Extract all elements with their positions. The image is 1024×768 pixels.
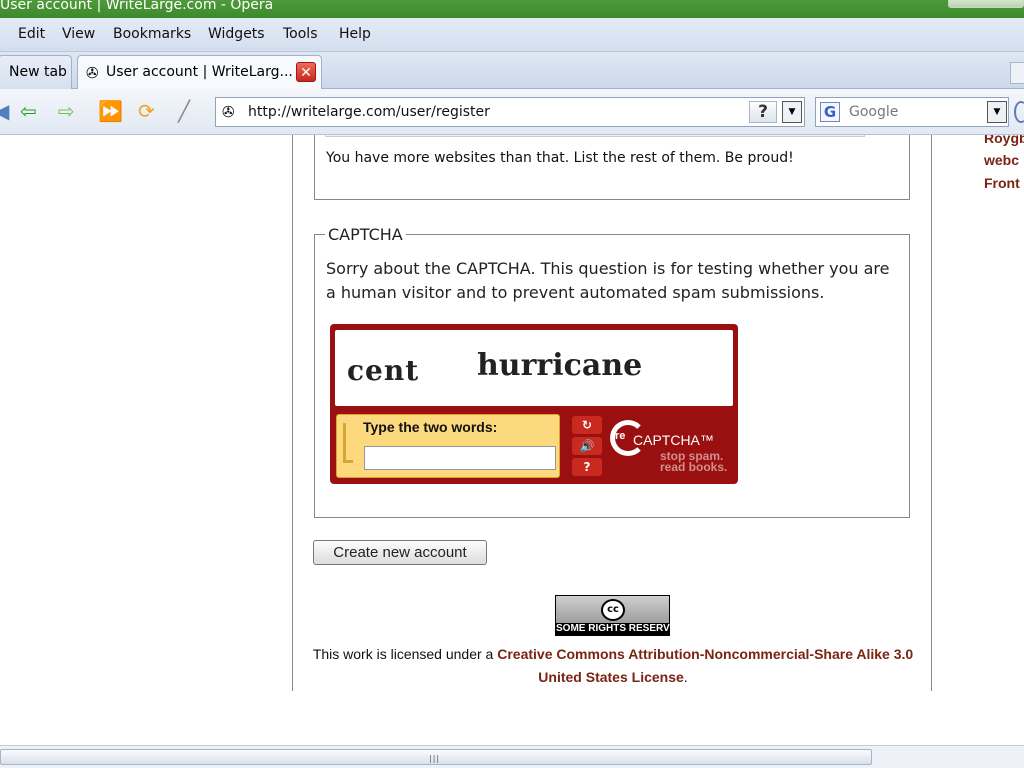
tab-label: User account | WriteLarg... (106, 64, 293, 80)
captcha-word-2: hurricane (477, 348, 643, 383)
edit-pencil-icon[interactable]: ╱ (178, 99, 190, 123)
help-captcha-icon[interactable]: ? (572, 458, 602, 476)
sidebar-link-1[interactable]: Roygb (984, 135, 1024, 149)
captcha-description: Sorry about the CAPTCHA. This question i… (326, 259, 890, 302)
scrollbar-grip-icon: ||| (429, 754, 441, 763)
search-placeholder[interactable]: Google (849, 104, 898, 120)
menu-view[interactable]: View (62, 26, 95, 42)
recaptcha-logo-name: CAPTCHA™ (633, 432, 714, 448)
search-dropdown-icon[interactable]: ▼ (987, 101, 1007, 123)
captcha-legend: CAPTCHA (325, 225, 406, 244)
cc-badge-text: SOME RIGHTS RESERVED (556, 623, 684, 635)
cc-logo-icon: cc (601, 599, 625, 621)
window-title: User account | WriteLarge.com - Opera (0, 0, 274, 13)
license-notice: This work is licensed under a Creative C… (300, 643, 926, 689)
content-border-left (292, 135, 293, 691)
opera-favicon-icon: ✇ (86, 64, 99, 82)
license-link[interactable]: Creative Commons Attribution-Noncommerci… (497, 646, 913, 685)
tab-label: New tab (9, 64, 67, 80)
captcha-response-input[interactable] (364, 446, 556, 470)
license-prefix: This work is licensed under a (312, 646, 498, 662)
recaptcha-logo-re: re (615, 430, 626, 442)
tab-user-account[interactable]: ✇ User account | WriteLarg... ✕ (77, 55, 322, 89)
recaptcha-widget: cent hurricane Type the two words: ↻ 🔊 ?… (330, 324, 738, 484)
address-bar[interactable]: ✇ http://writelarge.com/user/register ? … (215, 97, 805, 127)
menu-edit[interactable]: Edit (18, 26, 45, 42)
input-arrow-icon (343, 423, 353, 463)
menu-bar: Edit View Bookmarks Widgets Tools Help (0, 18, 1024, 52)
captcha-fieldset: CAPTCHA Sorry about the CAPTCHA. This qu… (314, 225, 910, 518)
site-favicon-icon: ✇ (222, 103, 235, 121)
horizontal-scrollbar[interactable]: ||| (0, 745, 1024, 768)
address-dropdown-icon[interactable]: ▼ (782, 101, 802, 123)
websites-description: You have more websites than that. List t… (326, 150, 794, 166)
create-account-button[interactable]: Create new account (313, 540, 487, 565)
reload-icon[interactable]: ⟳ (138, 99, 155, 123)
captcha-word-1: cent (347, 354, 420, 387)
help-button[interactable]: ? (749, 101, 777, 123)
search-box[interactable]: G Google ▼ (815, 97, 1009, 127)
rewind-icon[interactable]: ◀ (0, 99, 9, 123)
window-controls[interactable] (948, 0, 1024, 8)
tab-bar: New tab ✇ User account | WriteLarg... ✕ (0, 52, 1024, 89)
menu-tools[interactable]: Tools (283, 26, 318, 42)
creative-commons-badge[interactable]: cc SOME RIGHTS RESERVED (555, 595, 684, 636)
menu-widgets[interactable]: Widgets (208, 26, 265, 42)
back-arrow-icon[interactable]: ⇦ (20, 99, 37, 123)
textarea-resize-grip[interactable] (325, 135, 865, 137)
page-content: You have more websites than that. List t… (0, 135, 1024, 745)
content-border-right (931, 135, 932, 691)
license-suffix: . (683, 669, 688, 685)
forward-arrow-icon[interactable]: ⇨ (58, 99, 75, 123)
menu-help[interactable]: Help (339, 26, 371, 42)
tab-new[interactable]: New tab (0, 55, 72, 89)
google-icon[interactable]: G (820, 102, 840, 122)
websites-fieldset: You have more websites than that. List t… (314, 135, 910, 200)
captcha-input-panel: Type the two words: (336, 414, 560, 478)
recaptcha-tagline-2: read books. (660, 460, 728, 474)
tab-menu-button[interactable] (1010, 62, 1024, 84)
close-tab-icon[interactable]: ✕ (296, 62, 316, 82)
toolbar-edge-icon (1014, 101, 1024, 123)
recaptcha-logo: re CAPTCHA™ stop spam. read books. (610, 420, 734, 476)
audio-captcha-icon[interactable]: 🔊 (572, 437, 602, 455)
navigation-bar: ◀ ⇦ ⇨ ⏩ ⟳ ╱ ✇ http://writelarge.com/user… (0, 89, 1024, 135)
refresh-captcha-icon[interactable]: ↻ (572, 416, 602, 434)
address-url[interactable]: http://writelarge.com/user/register (248, 104, 490, 120)
menu-bookmarks[interactable]: Bookmarks (113, 26, 191, 42)
title-bar: User account | WriteLarge.com - Opera (0, 0, 1024, 18)
captcha-image: cent hurricane (335, 330, 733, 406)
captcha-input-label: Type the two words: (363, 419, 498, 435)
scrollbar-thumb[interactable]: ||| (0, 749, 872, 765)
sidebar-link-2[interactable]: webc (984, 149, 1019, 171)
sidebar-link-3[interactable]: Front (984, 172, 1020, 194)
fast-forward-icon[interactable]: ⏩ (98, 99, 123, 123)
